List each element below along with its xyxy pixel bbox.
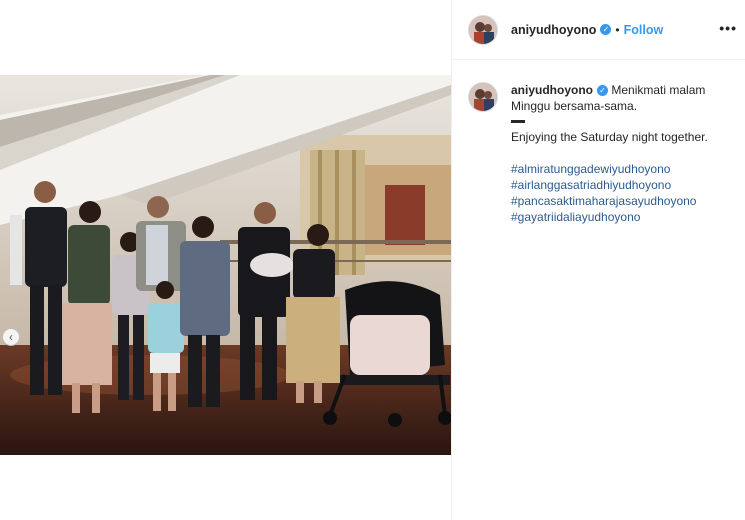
caption-username[interactable]: aniyudhoyono xyxy=(511,83,593,97)
more-options-icon[interactable]: ••• xyxy=(719,20,737,36)
chevron-left-icon: ‹ xyxy=(9,330,13,344)
post-side-panel: aniyudhoyono ✓ • Follow ••• aniyudhoyono… xyxy=(451,0,745,520)
hashtag-link[interactable]: #almiratunggadewiyudhoyono xyxy=(511,161,726,177)
hashtag-link[interactable]: #pancasaktimaharajasayudhoyono xyxy=(511,193,726,209)
family-photo-image xyxy=(0,75,451,455)
verified-badge-icon: ✓ xyxy=(600,24,612,35)
caption-comment: aniyudhoyono ✓ Menikmati malam Minggu ber… xyxy=(452,60,745,225)
caption-avatar[interactable] xyxy=(468,82,498,112)
hashtag-list: #almiratunggadewiyudhoyono #airlanggasat… xyxy=(511,161,726,225)
caption-english: Enjoying the Saturday night together. xyxy=(511,130,708,144)
caption-divider xyxy=(511,120,525,123)
hashtag-link[interactable]: #airlanggasatriadhiyudhoyono xyxy=(511,177,726,193)
hashtag-link[interactable]: #gayatriidaliayudhoyono xyxy=(511,209,726,225)
post-photo[interactable]: ‹ xyxy=(0,75,451,455)
follow-button[interactable]: Follow xyxy=(624,23,664,37)
verified-badge-icon: ✓ xyxy=(597,85,608,97)
avatar-image xyxy=(469,15,497,44)
avatar-image xyxy=(469,83,497,111)
header-username[interactable]: aniyudhoyono xyxy=(511,23,596,37)
avatar[interactable] xyxy=(468,14,498,45)
separator-dot: • xyxy=(615,22,620,37)
caption-text: aniyudhoyono ✓ Menikmati malam Minggu ber… xyxy=(511,82,726,225)
previous-photo-button[interactable]: ‹ xyxy=(2,328,20,346)
post-header: aniyudhoyono ✓ • Follow ••• xyxy=(452,0,745,60)
